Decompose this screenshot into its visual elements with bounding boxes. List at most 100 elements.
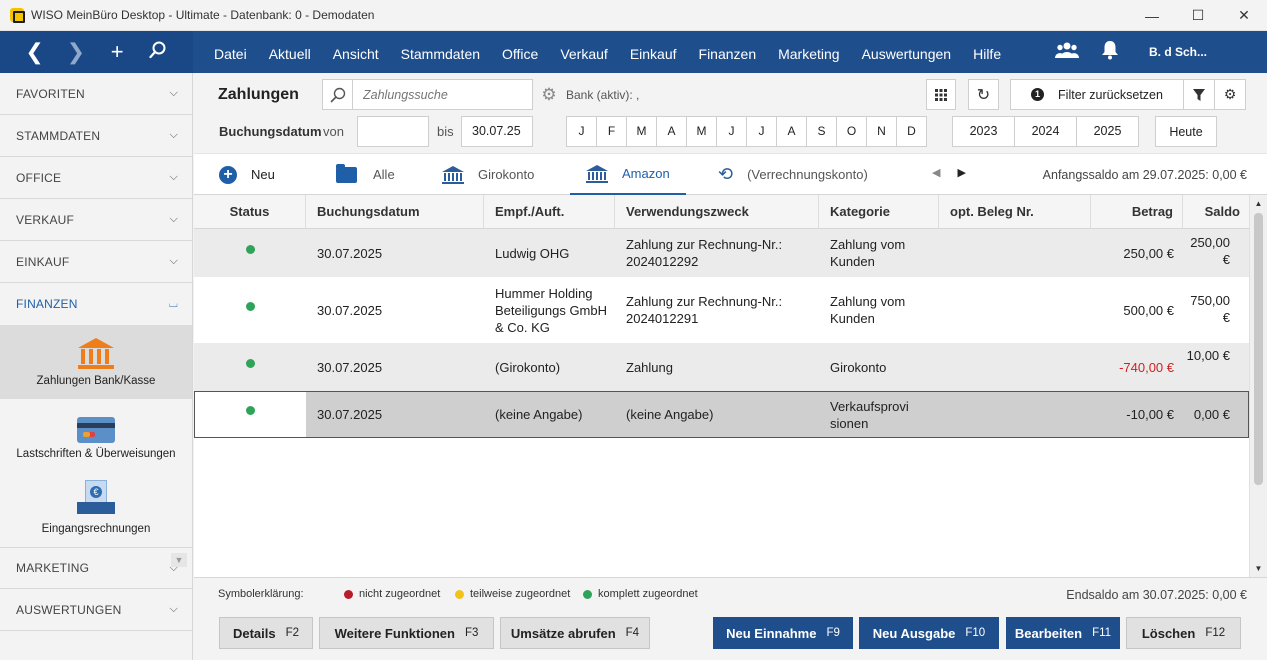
search-input[interactable] [353,87,523,102]
table-row-selected[interactable]: 30.07.2025 (keine Angabe) (keine Angabe)… [194,391,1249,438]
tab-scroll-left-icon[interactable]: ◀ [932,167,940,179]
saldo-cell: 750,00 € [1190,293,1230,325]
tab-amazon[interactable]: Amazon [570,154,686,195]
tab-scroll-right-icon[interactable]: ▶ [958,167,966,179]
sidebar-item-zahlungen[interactable]: Zahlungen Bank/Kasse [0,325,192,399]
date-from-input[interactable] [357,116,429,147]
menu-stammdaten[interactable]: Stammdaten [390,31,491,73]
year-2023-button[interactable]: 2023 [952,116,1015,147]
table-row[interactable]: 30.07.2025 Hummer Holding Beteiligungs G… [194,277,1249,343]
tab-girokonto[interactable]: Girokonto [442,154,534,195]
delete-button[interactable]: Löschen F12 [1126,617,1241,649]
col-header-status[interactable]: Status [194,195,306,229]
scroll-down-icon[interactable]: ▼ [1250,560,1267,577]
month-mar-button[interactable]: M [626,116,657,147]
month-oct-button[interactable]: O [836,116,867,147]
menu-aktuell[interactable]: Aktuell [258,31,322,73]
payments-table: Status Buchungsdatum Empf./Auft. Verwend… [194,195,1267,577]
menu-auswertungen[interactable]: Auswertungen [851,31,963,73]
search-icon[interactable] [323,80,353,109]
shortcut-key: F2 [285,627,300,639]
month-jun-button[interactable]: J [716,116,747,147]
month-may-button[interactable]: M [686,116,717,147]
menu-einkauf[interactable]: Einkauf [619,31,688,73]
menu-office[interactable]: Office [491,31,549,73]
menu-verkauf[interactable]: Verkauf [549,31,618,73]
search-settings-gear-icon[interactable]: ⚙ [534,79,564,110]
minimize-button[interactable]: — [1129,0,1175,31]
search-icon[interactable] [145,41,171,63]
filter-count-badge: 1 [1031,88,1045,101]
sidebar-section-einkauf[interactable]: EINKAUF ⌵ [0,241,192,283]
sidebar-scroll-down-icon[interactable]: ▼ [171,553,187,567]
add-icon[interactable]: + [104,41,130,63]
today-button[interactable]: Heute [1155,116,1217,147]
month-dec-button[interactable]: D [896,116,927,147]
maximize-button[interactable]: ☐ [1175,0,1221,31]
sidebar-section-favoriten[interactable]: FAVORITEN ⌵ [0,73,192,115]
tab-verrechnungskonto[interactable]: ⟲ (Verrechnungskonto) [718,154,868,195]
sidebar-item-lastschriften[interactable]: Lastschriften & Überweisungen [0,399,192,473]
closing-balance: Endsaldo am 30.07.2025: 0,00 € [1066,588,1247,602]
fetch-transactions-button[interactable]: Umsätze abrufen F4 [500,617,650,649]
sidebar-section-auswertungen[interactable]: AUSWERTUNGEN ⌵ [0,589,192,631]
col-header-beleg-nr[interactable]: opt. Beleg Nr. [939,195,1091,229]
filter-reset-button[interactable]: 1 Filter zurücksetzen [1010,79,1184,110]
edit-button[interactable]: Bearbeiten F11 [1006,617,1120,649]
bell-icon[interactable] [1101,40,1119,65]
close-button[interactable]: ✕ [1221,0,1267,31]
col-header-kategorie[interactable]: Kategorie [819,195,939,229]
sidebar-section-verkauf[interactable]: VERKAUF ⌵ [0,199,192,241]
table-row[interactable]: 30.07.2025 (Girokonto) Zahlung Girokonto… [194,343,1249,391]
filter-button[interactable] [1183,79,1215,110]
settings-button[interactable]: ⚙ [1214,79,1246,110]
new-expense-button[interactable]: Neu Ausgabe F10 [859,617,999,649]
saldo-cell: 10,00 € [1186,348,1230,363]
month-jan-button[interactable]: J [566,116,597,147]
tab-alle[interactable]: Alle [336,154,395,195]
date-to-input[interactable]: 30.07.25 [461,116,533,147]
col-header-betrag[interactable]: Betrag [1091,195,1183,229]
back-icon[interactable]: ❮ [22,41,48,63]
new-account-button[interactable]: + Neu [219,154,275,195]
new-label: Neu [251,167,275,182]
col-header-saldo[interactable]: Saldo [1183,195,1249,229]
new-income-button[interactable]: Neu Einnahme F9 [713,617,853,649]
symbol-legend: Symbolerklärung: nicht zugeordnet teilwe… [194,577,1267,609]
menu-hilfe[interactable]: Hilfe [962,31,1012,73]
year-2025-button[interactable]: 2025 [1076,116,1139,147]
opening-balance: Anfangssaldo am 29.07.2025: 0,00 € [1042,168,1247,182]
col-header-buchungsdatum[interactable]: Buchungsdatum [306,195,484,229]
details-button[interactable]: Details F2 [219,617,313,649]
menu-finanzen[interactable]: Finanzen [688,31,768,73]
sidebar-section-office[interactable]: OFFICE ⌵ [0,157,192,199]
grid-view-button[interactable] [926,79,956,110]
month-jul-button[interactable]: J [746,116,777,147]
col-header-verwendungszweck[interactable]: Verwendungszweck [615,195,819,229]
menu-datei[interactable]: Datei [203,31,258,73]
team-icon[interactable] [1054,41,1079,64]
sidebar-item-eingangsrechnungen[interactable]: € Eingangsrechnungen [0,473,192,547]
sidebar-section-marketing[interactable]: MARKETING ⌵ [0,547,192,589]
month-feb-button[interactable]: F [596,116,627,147]
month-aug-button[interactable]: A [776,116,807,147]
col-header-empf-auft[interactable]: Empf./Auft. [484,195,615,229]
user-name[interactable]: B. d Sch... [1149,45,1207,59]
forward-icon[interactable]: ❯ [63,41,89,63]
table-vertical-scrollbar[interactable]: ▲ ▼ [1249,195,1267,577]
scroll-up-icon[interactable]: ▲ [1250,195,1267,212]
scroll-thumb[interactable] [1254,213,1263,485]
menu-marketing[interactable]: Marketing [767,31,850,73]
sidebar-section-stammdaten[interactable]: STAMMDATEN ⌵ [0,115,192,157]
year-2024-button[interactable]: 2024 [1014,116,1077,147]
sidebar-section-finanzen[interactable]: FINANZEN ⌴ [0,283,192,325]
menu-ansicht[interactable]: Ansicht [322,31,390,73]
window-controls: — ☐ ✕ [1129,0,1267,31]
month-sep-button[interactable]: S [806,116,837,147]
month-apr-button[interactable]: A [656,116,687,147]
sidebar-section-label: EINKAUF [16,254,70,269]
month-nov-button[interactable]: N [866,116,897,147]
table-row[interactable]: 30.07.2025 Ludwig OHG Zahlung zur Rechnu… [194,229,1249,277]
refresh-button[interactable]: ↻ [968,79,999,110]
more-functions-button[interactable]: Weitere Funktionen F3 [319,617,494,649]
